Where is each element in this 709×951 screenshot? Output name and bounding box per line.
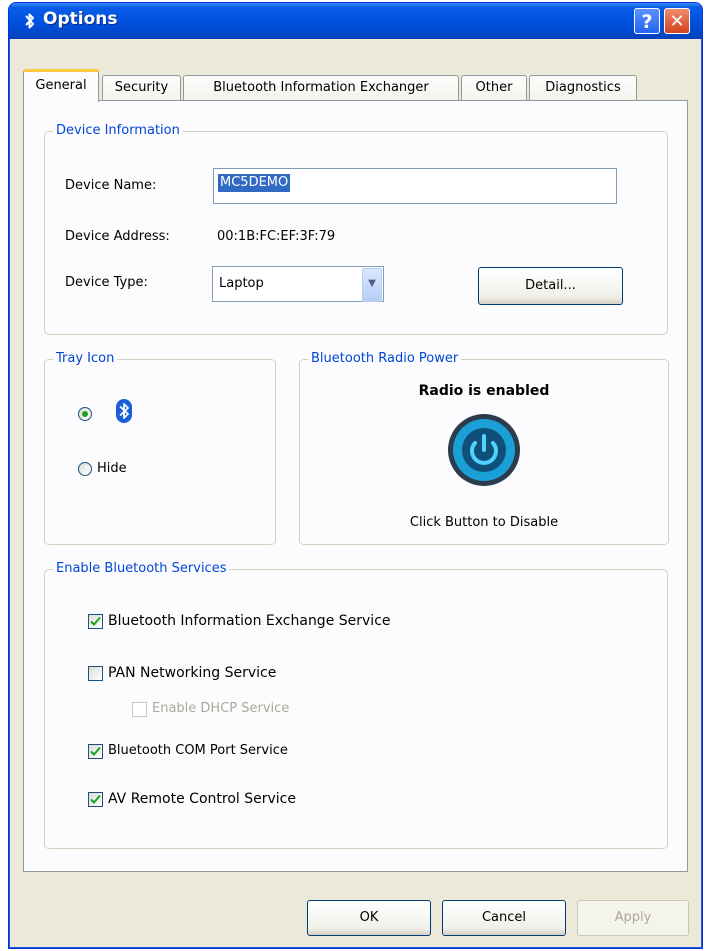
device-information-group: Device Information Device Name: MC5DEMO … (44, 122, 668, 335)
tab-general[interactable]: General (23, 69, 99, 102)
general-tab-panel: Device Information Device Name: MC5DEMO … (23, 100, 688, 872)
bluetooth-icon (25, 13, 34, 29)
device-type-select[interactable]: Laptop ▼ (212, 266, 384, 302)
close-button[interactable]: ✕ (664, 8, 690, 34)
tab-diagnostics[interactable]: Diagnostics (529, 75, 637, 101)
tab-other[interactable]: Other (461, 75, 527, 101)
enable-bluetooth-services-group: Enable Bluetooth Services Bluetooth Info… (44, 560, 668, 849)
device-type-label: Device Type: (65, 275, 148, 290)
device-name-input[interactable]: MC5DEMO (213, 168, 617, 204)
tab-bluetooth-information-exchanger[interactable]: Bluetooth Information Exchanger (183, 75, 459, 101)
device-address-label: Device Address: (65, 229, 170, 244)
question-mark-icon: ? (641, 11, 653, 33)
enable-bluetooth-services-legend: Enable Bluetooth Services (53, 560, 230, 578)
bluetooth-com-port-service-checkbox[interactable] (88, 744, 103, 759)
enable-dhcp-service-label: Enable DHCP Service (152, 701, 290, 716)
apply-button: Apply (577, 900, 689, 936)
hide-label: Hide (97, 461, 127, 476)
show-icon-radio[interactable] (78, 407, 92, 421)
tray-icon-group: Tray Icon Hide (44, 350, 276, 545)
av-remote-control-service-label: AV Remote Control Service (108, 791, 296, 807)
chevron-down-icon[interactable]: ▼ (362, 268, 382, 302)
window-title: Options (43, 9, 118, 29)
device-information-legend: Device Information (53, 122, 183, 140)
checkmark-icon (90, 746, 101, 756)
radio-power-hint: Click Button to Disable (409, 515, 559, 530)
bluetooth-radio-power-group: Bluetooth Radio Power Radio is enabled C… (299, 350, 669, 545)
bluetooth-information-exchange-service-label: Bluetooth Information Exchange Service (108, 613, 391, 629)
checkmark-icon (90, 616, 101, 626)
device-name-value: MC5DEMO (218, 174, 291, 192)
pan-networking-service-label: PAN Networking Service (108, 665, 277, 681)
bluetooth-com-port-service-label: Bluetooth COM Port Service (108, 743, 288, 758)
detail-button[interactable]: Detail... (478, 267, 623, 305)
title-bar[interactable]: Options ? ✕ (9, 3, 702, 39)
bluetooth-radio-power-legend: Bluetooth Radio Power (308, 350, 462, 368)
av-remote-control-service-checkbox[interactable] (88, 792, 103, 807)
radio-status-text: Radio is enabled (418, 383, 550, 399)
enable-dhcp-service-checkbox (132, 702, 147, 717)
bluetooth-tray-icon (116, 399, 132, 423)
close-icon: ✕ (669, 11, 685, 32)
tray-icon-legend: Tray Icon (53, 350, 118, 368)
ok-button[interactable]: OK (307, 900, 431, 936)
help-button[interactable]: ? (634, 8, 660, 34)
hide-icon-radio[interactable] (78, 462, 92, 476)
options-dialog: Options ? ✕ General Security Bluetooth I… (8, 2, 703, 949)
power-button[interactable] (446, 412, 522, 488)
cancel-button[interactable]: Cancel (442, 900, 566, 936)
checkmark-icon (90, 794, 101, 804)
pan-networking-service-checkbox[interactable] (88, 666, 103, 681)
tab-security[interactable]: Security (102, 75, 181, 101)
bluetooth-information-exchange-service-checkbox[interactable] (88, 614, 103, 629)
device-type-value: Laptop (219, 276, 264, 291)
device-name-label: Device Name: (65, 178, 157, 193)
device-address-value: 00:1B:FC:EF:3F:79 (217, 229, 336, 244)
